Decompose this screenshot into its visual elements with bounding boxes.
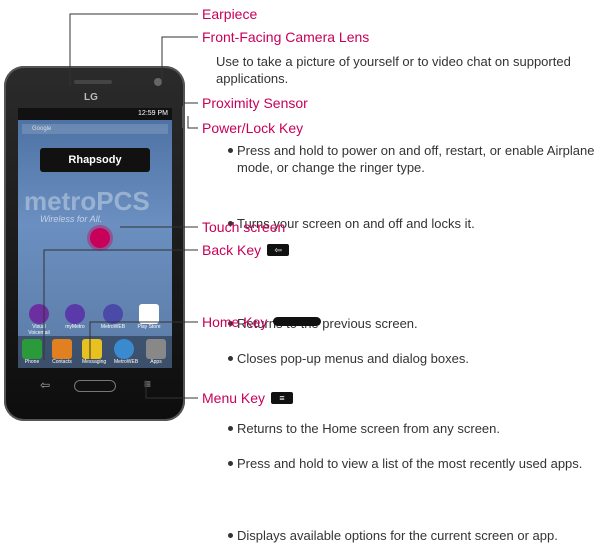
touch-screen-heading: Touch screen [202, 219, 286, 235]
power-bullet-1: Press and hold to power on and off, rest… [228, 142, 597, 176]
home-bullet-2: Press and hold to view a list of the mos… [228, 455, 597, 472]
menu-bullet-1: Displays available options for the curre… [228, 527, 601, 544]
menu-key-label: Menu Key [202, 390, 266, 406]
home-key-heading: Home Key [202, 314, 322, 330]
power-line [187, 116, 198, 129]
earpiece-heading: Earpiece [202, 6, 258, 22]
power-lock-heading: Power/Lock Key [202, 120, 304, 136]
back-bullet-2: Closes pop-up menus and dialog boxes. [228, 350, 597, 367]
back-key-heading: Back Key ⇦ [202, 242, 290, 258]
camera-line [161, 36, 198, 84]
menu-line [145, 380, 198, 399]
menu-key-heading: Menu Key ≡ [202, 390, 294, 406]
front-camera-desc: Use to take a picture of yourself or to … [216, 54, 571, 86]
home-line [89, 321, 198, 360]
back-key-label: Back Key [202, 242, 262, 258]
home-bullet-1: Returns to the Home screen from any scre… [228, 420, 597, 437]
menu-lines-icon: ≡ [271, 392, 294, 404]
back-arrow-icon: ⇦ [267, 244, 290, 256]
front-camera-heading: Front-Facing Camera Lens [202, 29, 370, 45]
home-key-label: Home Key [202, 314, 268, 330]
proximity-heading: Proximity Sensor [202, 95, 308, 111]
back-line [43, 249, 198, 360]
earpiece-line [69, 13, 198, 86]
home-bar-icon [273, 317, 322, 326]
